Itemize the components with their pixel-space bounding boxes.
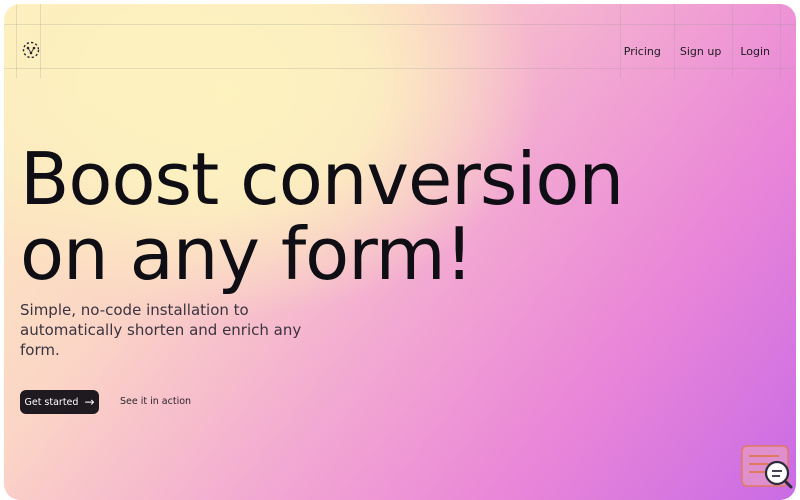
page-frame: Pricing Sign up Login Boost conversion o… bbox=[4, 4, 796, 500]
hero-title: Boost conversion on any form! bbox=[20, 142, 780, 292]
guide-line bbox=[674, 4, 675, 78]
guide-line bbox=[16, 4, 17, 78]
guide-line bbox=[780, 4, 781, 78]
guide-line bbox=[4, 24, 796, 25]
see-it-in-action-link[interactable]: See it in action bbox=[120, 396, 191, 407]
hero-title-line-1: Boost conversion bbox=[20, 137, 624, 221]
guide-line bbox=[732, 4, 733, 78]
hero-subtitle: Simple, no-code installation to automati… bbox=[20, 301, 302, 359]
nav-signup-link[interactable]: Sign up bbox=[680, 45, 721, 58]
nav-login-link[interactable]: Login bbox=[740, 45, 770, 58]
guide-line bbox=[620, 4, 621, 78]
nav-pricing-link[interactable]: Pricing bbox=[624, 45, 661, 58]
get-started-button[interactable]: Get started → bbox=[20, 390, 99, 414]
guide-line bbox=[4, 68, 796, 69]
hero-title-line-2: on any form! bbox=[20, 212, 474, 296]
network-logo-icon[interactable] bbox=[21, 40, 41, 60]
form-search-icon[interactable] bbox=[741, 444, 793, 490]
top-nav: Pricing Sign up Login bbox=[624, 45, 770, 58]
arrow-right-icon: → bbox=[84, 395, 95, 409]
get-started-label: Get started bbox=[24, 396, 79, 408]
